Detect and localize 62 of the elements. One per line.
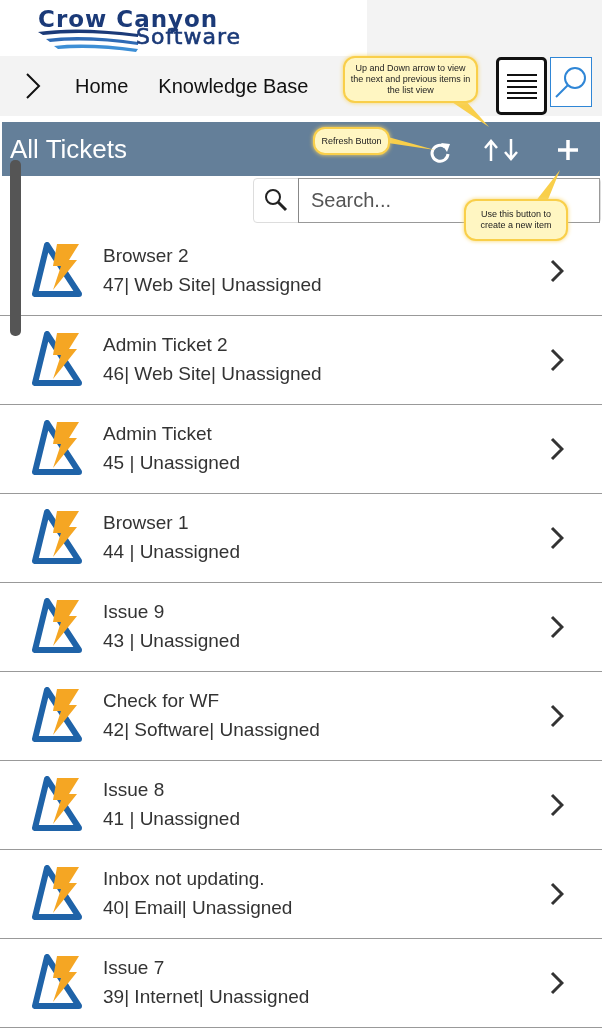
refresh-button[interactable] (429, 140, 451, 164)
lightning-triangle-icon (31, 509, 83, 567)
chevron-icon[interactable] (550, 526, 564, 551)
chevron-icon[interactable] (550, 615, 564, 640)
ticket-details: 41 | Unassigned (103, 808, 240, 831)
ticket-title: Issue 9 (103, 601, 166, 624)
ticket-details: 43 | Unassigned (103, 630, 240, 653)
callout-pointer (388, 137, 436, 151)
logo: Crow Canyon Software (38, 8, 328, 52)
ticket-row[interactable]: Issue 8 41 | Unassigned (0, 761, 602, 850)
ticket-row[interactable]: Admin Ticket 2 46| Web Site| Unassigned (0, 316, 602, 405)
up-down-arrows-button[interactable] (484, 137, 518, 161)
lightning-triangle-icon (31, 420, 83, 478)
ticket-title: Issue 7 (103, 957, 166, 980)
scrollbar[interactable] (10, 160, 21, 336)
ticket-details: 45 | Unassigned (103, 452, 240, 475)
search-icon (264, 188, 288, 212)
chevron-icon[interactable] (550, 704, 564, 729)
ticket-row[interactable]: Browser 1 44 | Unassigned (0, 494, 602, 583)
ticket-details: 39| Internet| Unassigned (103, 986, 310, 1009)
ticket-row[interactable]: Inbox not updating. 40| Email| Unassigned (0, 850, 602, 939)
callout: Up and Down arrow to view the next and previous items in the list view (343, 56, 478, 103)
ticket-title: Issue 8 (103, 779, 166, 802)
search-button[interactable] (550, 57, 592, 107)
chevron-icon[interactable] (550, 882, 564, 907)
lightning-triangle-icon (31, 242, 83, 300)
lightning-triangle-icon (31, 865, 83, 923)
lightning-triangle-icon (31, 331, 83, 389)
chevron-icon[interactable] (550, 793, 564, 818)
nav-link[interactable]: Knowledge Base (158, 71, 309, 101)
ticket-title: Admin Ticket (103, 423, 213, 446)
chevron-icon[interactable] (550, 348, 564, 373)
search-icon (554, 65, 588, 99)
callout: Refresh Button (313, 127, 390, 155)
ticket-row[interactable]: Issue 9 43 | Unassigned (0, 583, 602, 672)
page-title: All Tickets (10, 132, 128, 166)
ticket-details: 46| Web Site| Unassigned (103, 363, 322, 386)
add-button[interactable] (558, 137, 578, 161)
ticket-title: Browser 2 (103, 245, 190, 268)
ticket-details: 47| Web Site| Unassigned (103, 274, 322, 297)
chevron-icon[interactable] (25, 72, 41, 100)
ticket-title: Admin Ticket 2 (103, 334, 229, 357)
ticket-row[interactable]: Check for WF 42| Software| Unassigned (0, 672, 602, 761)
lightning-triangle-icon (31, 954, 83, 1012)
menu-button[interactable] (496, 57, 547, 115)
ticket-details: 42| Software| Unassigned (103, 719, 320, 742)
nav-link[interactable]: Home (75, 71, 129, 101)
callout: Use this button to create a new item (464, 199, 568, 241)
ticket-details: 40| Email| Unassigned (103, 897, 293, 920)
chevron-icon[interactable] (550, 259, 564, 284)
lightning-triangle-icon (31, 598, 83, 656)
chevron-icon[interactable] (550, 971, 564, 996)
chevron-icon[interactable] (550, 437, 564, 462)
lightning-triangle-icon (31, 776, 83, 834)
ticket-title: Check for WF (103, 690, 221, 713)
ticket-row[interactable]: Admin Ticket 45 | Unassigned (0, 405, 602, 494)
ticket-details: 44 | Unassigned (103, 541, 240, 564)
lightning-triangle-icon (31, 687, 83, 745)
menu-icon (506, 73, 537, 99)
ticket-title: Inbox not updating. (103, 868, 266, 891)
ticket-title: Browser 1 (103, 512, 190, 535)
ticket-row[interactable]: Issue 7 39| Internet| Unassigned (0, 939, 602, 1028)
